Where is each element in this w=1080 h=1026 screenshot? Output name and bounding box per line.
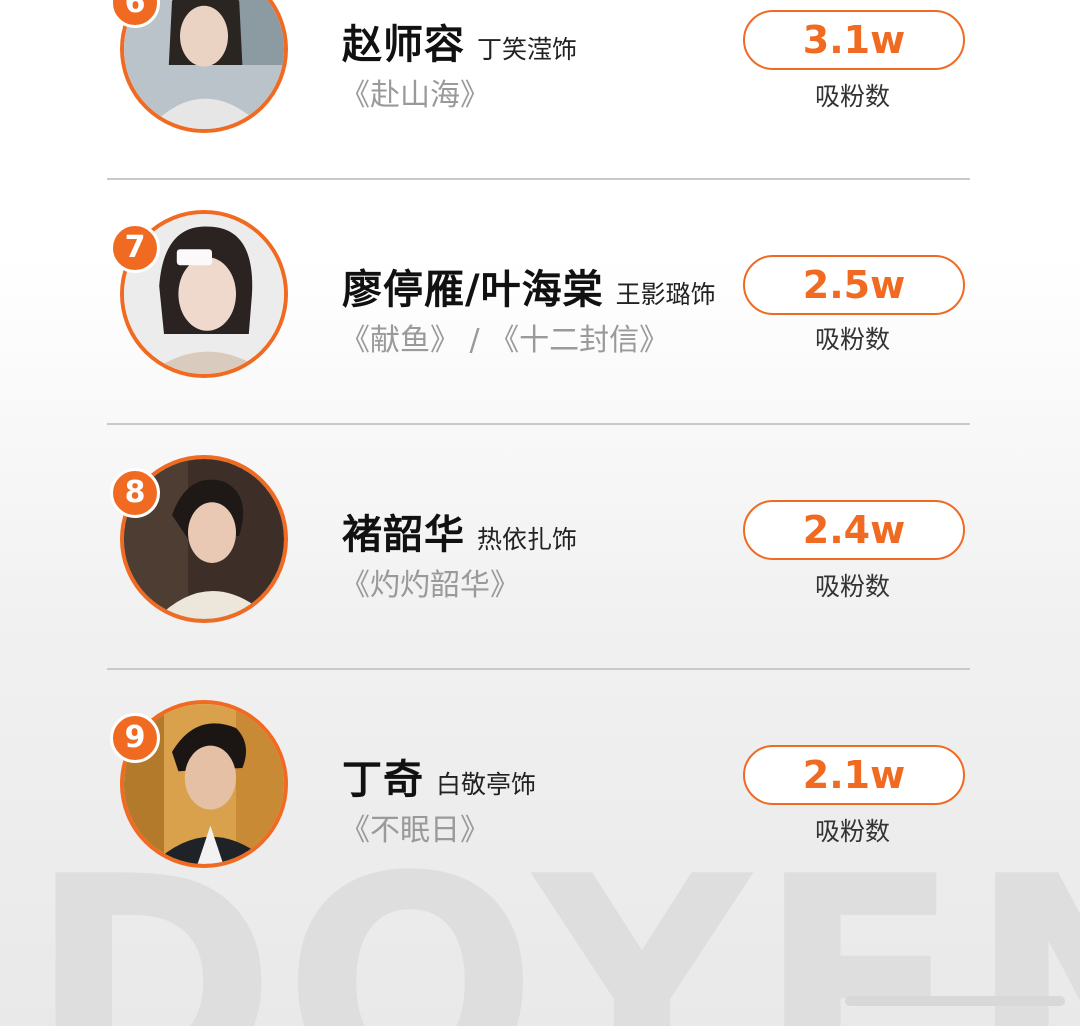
rank-badge: 8 — [110, 468, 160, 518]
blurred-caption — [845, 996, 1065, 1006]
divider — [107, 178, 970, 180]
fans-label: 吸粉数 — [814, 572, 890, 601]
drama-title: 《灼灼韶华》 — [340, 568, 520, 603]
name-line: 廖停雁/叶海棠 王影璐饰 — [342, 257, 716, 315]
divider — [107, 668, 970, 670]
drama-title: 《献鱼》 / 《十二封信》 — [340, 323, 670, 358]
fans-label: 吸粉数 — [814, 82, 890, 111]
fans-label: 吸粉数 — [814, 817, 890, 846]
list-item[interactable]: 7 廖停雁/叶海棠 王影璐饰 《献鱼》 / 《十二封信》 2.5w 吸粉数 — [0, 210, 1080, 490]
rank-badge: 7 — [110, 223, 160, 273]
actor-role: 王影璐饰 — [615, 280, 716, 309]
fans-count-badge: 2.1w — [743, 745, 965, 805]
character-name: 丁奇 — [342, 757, 424, 803]
fans-label: 吸粉数 — [814, 325, 890, 354]
ranking-list: 6 赵师容 丁笑滢饰 《赴山海》 3.1w 吸粉数 7 廖停雁/叶海棠 王影璐饰 《… — [0, 0, 1080, 1026]
character-name: 廖停雁/叶海棠 — [342, 267, 604, 313]
list-item[interactable]: 6 赵师容 丁笑滢饰 《赴山海》 3.1w 吸粉数 — [0, 0, 1080, 245]
actor-role: 丁笑滢饰 — [477, 35, 578, 64]
drama-title: 《赴山海》 — [340, 78, 490, 113]
name-line: 丁奇 白敬亭饰 — [342, 747, 536, 805]
name-line: 赵师容 丁笑滢饰 — [342, 12, 577, 70]
divider — [107, 423, 970, 425]
name-line: 褚韶华 热依扎饰 — [342, 502, 577, 560]
drama-title: 《不眠日》 — [340, 813, 490, 848]
rank-badge: 9 — [110, 713, 160, 763]
character-name: 褚韶华 — [342, 512, 465, 558]
character-name: 赵师容 — [342, 22, 465, 68]
list-item[interactable]: 9 丁奇 白敬亭饰 《不眠日》 2.1w 吸粉数 — [0, 700, 1080, 980]
actor-role: 白敬亭饰 — [436, 770, 537, 799]
fans-count-badge: 3.1w — [743, 10, 965, 70]
actor-role: 热依扎饰 — [477, 525, 578, 554]
fans-count-badge: 2.5w — [743, 255, 965, 315]
fans-count-badge: 2.4w — [743, 500, 965, 560]
list-item[interactable]: 8 褚韶华 热依扎饰 《灼灼韶华》 2.4w 吸粉数 — [0, 455, 1080, 735]
